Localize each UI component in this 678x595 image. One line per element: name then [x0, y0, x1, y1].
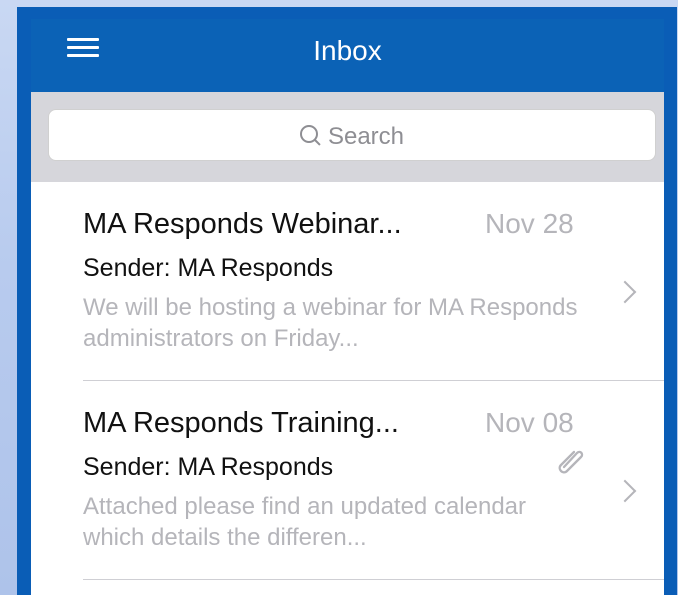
message-date: Nov 08	[485, 407, 574, 438]
top-navigation-bar: Inbox	[31, 19, 664, 92]
search-icon	[299, 125, 320, 145]
message-sender: Sender: MA Responds	[83, 453, 334, 481]
message-list-item[interactable]: MA Responds Training... Nov 08 Sender: M…	[83, 381, 664, 580]
app-frame: Inbox Search MA Responds Webinar... Nov …	[17, 7, 677, 595]
attachment-paperclip-icon	[558, 450, 584, 474]
search-placeholder: Search	[327, 123, 405, 150]
chevron-right-icon	[613, 280, 637, 304]
search-input[interactable]: Search	[48, 109, 656, 161]
inbox-screen: Inbox Search MA Responds Webinar... Nov …	[31, 19, 664, 595]
message-subject: MA Responds Training...	[83, 407, 399, 439]
message-preview: Attached please find an updated calendar…	[83, 493, 527, 551]
message-sender: Sender: MA Responds	[83, 254, 334, 282]
message-date: Nov 28	[485, 208, 574, 239]
message-preview: We will be hosting a webinar for MA Resp…	[83, 294, 578, 352]
message-list-item[interactable]: MA Responds Webinar... Nov 28 Sender: MA…	[83, 182, 664, 381]
page-title: Inbox	[313, 35, 382, 66]
search-placeholder-row: Search	[49, 123, 655, 151]
message-list: MA Responds Webinar... Nov 28 Sender: MA…	[31, 182, 664, 580]
chevron-right-icon	[613, 479, 637, 503]
message-subject: MA Responds Webinar...	[83, 208, 402, 240]
search-bar-container: Search	[31, 92, 664, 182]
